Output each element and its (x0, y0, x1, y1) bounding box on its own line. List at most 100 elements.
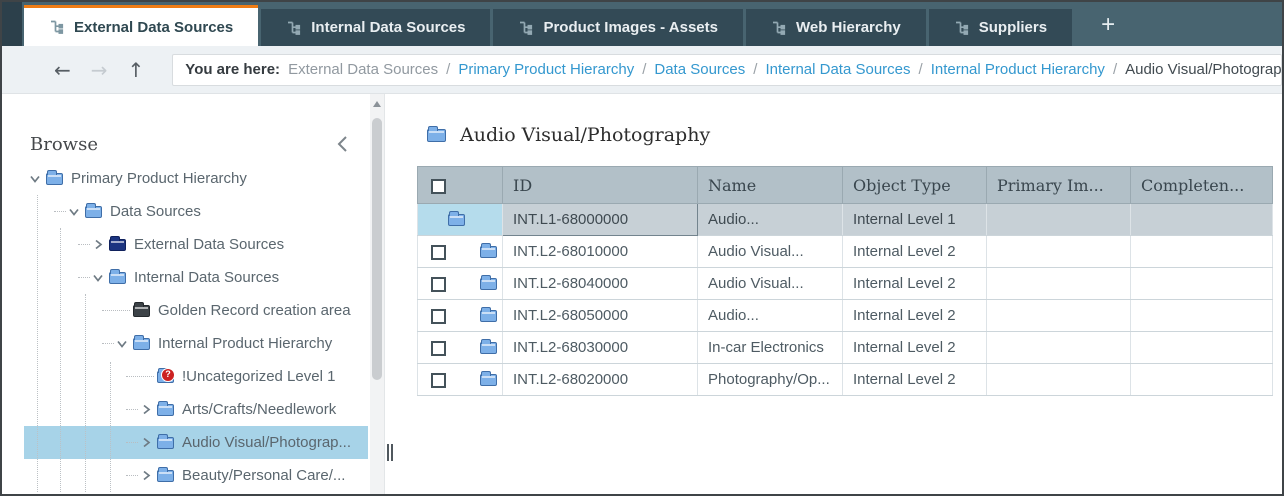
panel-divider[interactable] (384, 94, 394, 494)
column-header[interactable]: Name (698, 167, 843, 204)
table-row[interactable]: INT.L1-68000000 Audio... Internal Level … (418, 204, 1273, 236)
tree-connector (78, 244, 90, 245)
folder-icon (46, 173, 63, 185)
column-header[interactable]: ID (503, 167, 698, 204)
tab[interactable]: Suppliers (929, 9, 1072, 46)
tree-item[interactable]: Golden Record creation area (24, 294, 368, 327)
table-row[interactable]: INT.L2-68010000 Audio Visual... Internal… (418, 236, 1273, 268)
add-tab-button[interactable]: + (1093, 11, 1123, 46)
folder-icon (427, 129, 446, 142)
row-checkbox[interactable] (431, 277, 446, 292)
table-row[interactable]: INT.L2-68020000 Photography/Op... Intern… (418, 364, 1273, 396)
table-row[interactable]: INT.L2-68050000 Audio... Internal Level … (418, 300, 1273, 332)
tree-guide-line (60, 228, 61, 492)
folder-icon (109, 239, 126, 251)
tab[interactable]: External Data Sources (24, 5, 258, 46)
tree-guide-line (37, 195, 38, 492)
breadcrumb-link[interactable]: Primary Product Hierarchy (458, 61, 634, 78)
scrollbar-thumb[interactable] (372, 118, 382, 380)
cell-name: Audio Visual... (698, 236, 843, 268)
tree-item[interactable]: External Data Sources (24, 228, 368, 261)
select-all-checkbox[interactable] (431, 179, 446, 194)
cell-completeness (1131, 204, 1273, 236)
folder-icon (480, 342, 497, 354)
browse-panel-header: Browse (2, 94, 384, 162)
tree-item[interactable]: Arts/Crafts/Needlework (24, 393, 368, 426)
tree-item-label: Internal Product Hierarchy (158, 335, 332, 352)
row-checkbox[interactable] (431, 341, 446, 356)
expand-chevron-icon[interactable] (30, 174, 41, 184)
sidebar-scrollbar[interactable] (370, 94, 384, 494)
tab-strip: External Data Sources Internal Data Sour… (24, 5, 1075, 46)
expand-chevron-icon[interactable] (93, 239, 103, 250)
breadcrumb-prefix: You are here: (185, 61, 280, 78)
cell-completeness (1131, 300, 1273, 332)
folder-icon (480, 246, 497, 258)
tree-item-label: Golden Record creation area (158, 302, 351, 319)
cell-name: Audio Visual... (698, 268, 843, 300)
cell-primary-image (987, 300, 1131, 332)
tree-item[interactable]: !Uncategorized Level 1 (24, 360, 368, 393)
tree-item[interactable]: Data Sources (24, 195, 368, 228)
main-panel: Audio Visual/Photography ID Name (394, 94, 1282, 494)
scroll-up-icon[interactable] (373, 101, 381, 107)
hierarchy-icon (49, 19, 64, 35)
table-row[interactable]: INT.L2-68040000 Audio Visual... Internal… (418, 268, 1273, 300)
row-checkbox[interactable] (431, 309, 446, 324)
expand-chevron-icon[interactable] (141, 404, 151, 415)
folder-icon (448, 214, 465, 226)
hierarchy-icon (286, 20, 301, 36)
breadcrumb-link[interactable]: Internal Product Hierarchy (931, 61, 1105, 78)
tree-connector (102, 310, 130, 311)
breadcrumb-link[interactable]: Internal Data Sources (765, 61, 910, 78)
tree-item[interactable]: Audio Visual/Photograp... (24, 426, 368, 459)
tree-item[interactable]: Primary Product Hierarchy (24, 162, 368, 195)
tree-connector (78, 277, 90, 278)
back-icon[interactable]: ← (54, 60, 71, 80)
cell-name: Audio... (698, 300, 843, 332)
tree-item[interactable]: Internal Data Sources (24, 261, 368, 294)
tab[interactable]: Product Images - Assets (493, 9, 743, 46)
breadcrumb-link[interactable]: External Data Sources (288, 61, 438, 78)
hierarchy-icon (518, 20, 533, 36)
cell-primary-image (987, 364, 1131, 396)
table-row[interactable]: INT.L2-68030000 In-car Electronics Inter… (418, 332, 1273, 364)
tree-item-label: External Data Sources (134, 236, 284, 253)
cell-id: INT.L2-68020000 (503, 364, 698, 396)
expand-chevron-icon[interactable] (93, 273, 104, 283)
breadcrumb-link[interactable]: Data Sources (654, 61, 745, 78)
expand-chevron-icon[interactable] (117, 339, 128, 349)
folder-icon (480, 278, 497, 290)
select-all-header (418, 167, 503, 204)
collapse-panel-icon[interactable] (337, 135, 348, 153)
breadcrumb-separator: / (753, 61, 757, 78)
cell-object-type: Internal Level 2 (843, 236, 987, 268)
folder-icon (109, 272, 126, 284)
up-icon[interactable]: ↑ (128, 60, 145, 80)
tab[interactable]: Internal Data Sources (261, 9, 490, 46)
row-checkbox[interactable] (431, 245, 446, 260)
breadcrumb-item: / Primary Product Hierarchy (438, 61, 634, 78)
column-header[interactable]: Primary Im... (987, 167, 1131, 204)
tree-item[interactable]: Internal Product Hierarchy (24, 327, 368, 360)
tab-label: Web Hierarchy (796, 19, 901, 36)
expand-chevron-icon[interactable] (141, 470, 151, 481)
cell-select (418, 332, 503, 364)
column-header[interactable]: Object Type (843, 167, 987, 204)
cell-id: INT.L2-68040000 (503, 268, 698, 300)
breadcrumb-item: / Audio Visual/Photography (1105, 61, 1282, 78)
cell-completeness (1131, 364, 1273, 396)
tab[interactable]: Web Hierarchy (746, 9, 926, 46)
expand-chevron-icon[interactable] (141, 437, 151, 448)
tree-item[interactable]: Beauty/Personal Care/... (24, 459, 368, 492)
cell-object-type: Internal Level 2 (843, 364, 987, 396)
breadcrumb-link[interactable]: Audio Visual/Photography (1125, 61, 1282, 78)
expand-chevron-icon[interactable] (69, 207, 80, 217)
resize-handle[interactable] (387, 444, 393, 461)
breadcrumb-trail: / External Data Sources / Primary Produc… (288, 61, 1282, 78)
app-window: External Data Sources Internal Data Sour… (0, 0, 1284, 496)
column-header[interactable]: Completen... (1131, 167, 1273, 204)
row-checkbox[interactable] (431, 373, 446, 388)
tab-label: Product Images - Assets (543, 19, 718, 36)
folder-icon (157, 470, 174, 482)
